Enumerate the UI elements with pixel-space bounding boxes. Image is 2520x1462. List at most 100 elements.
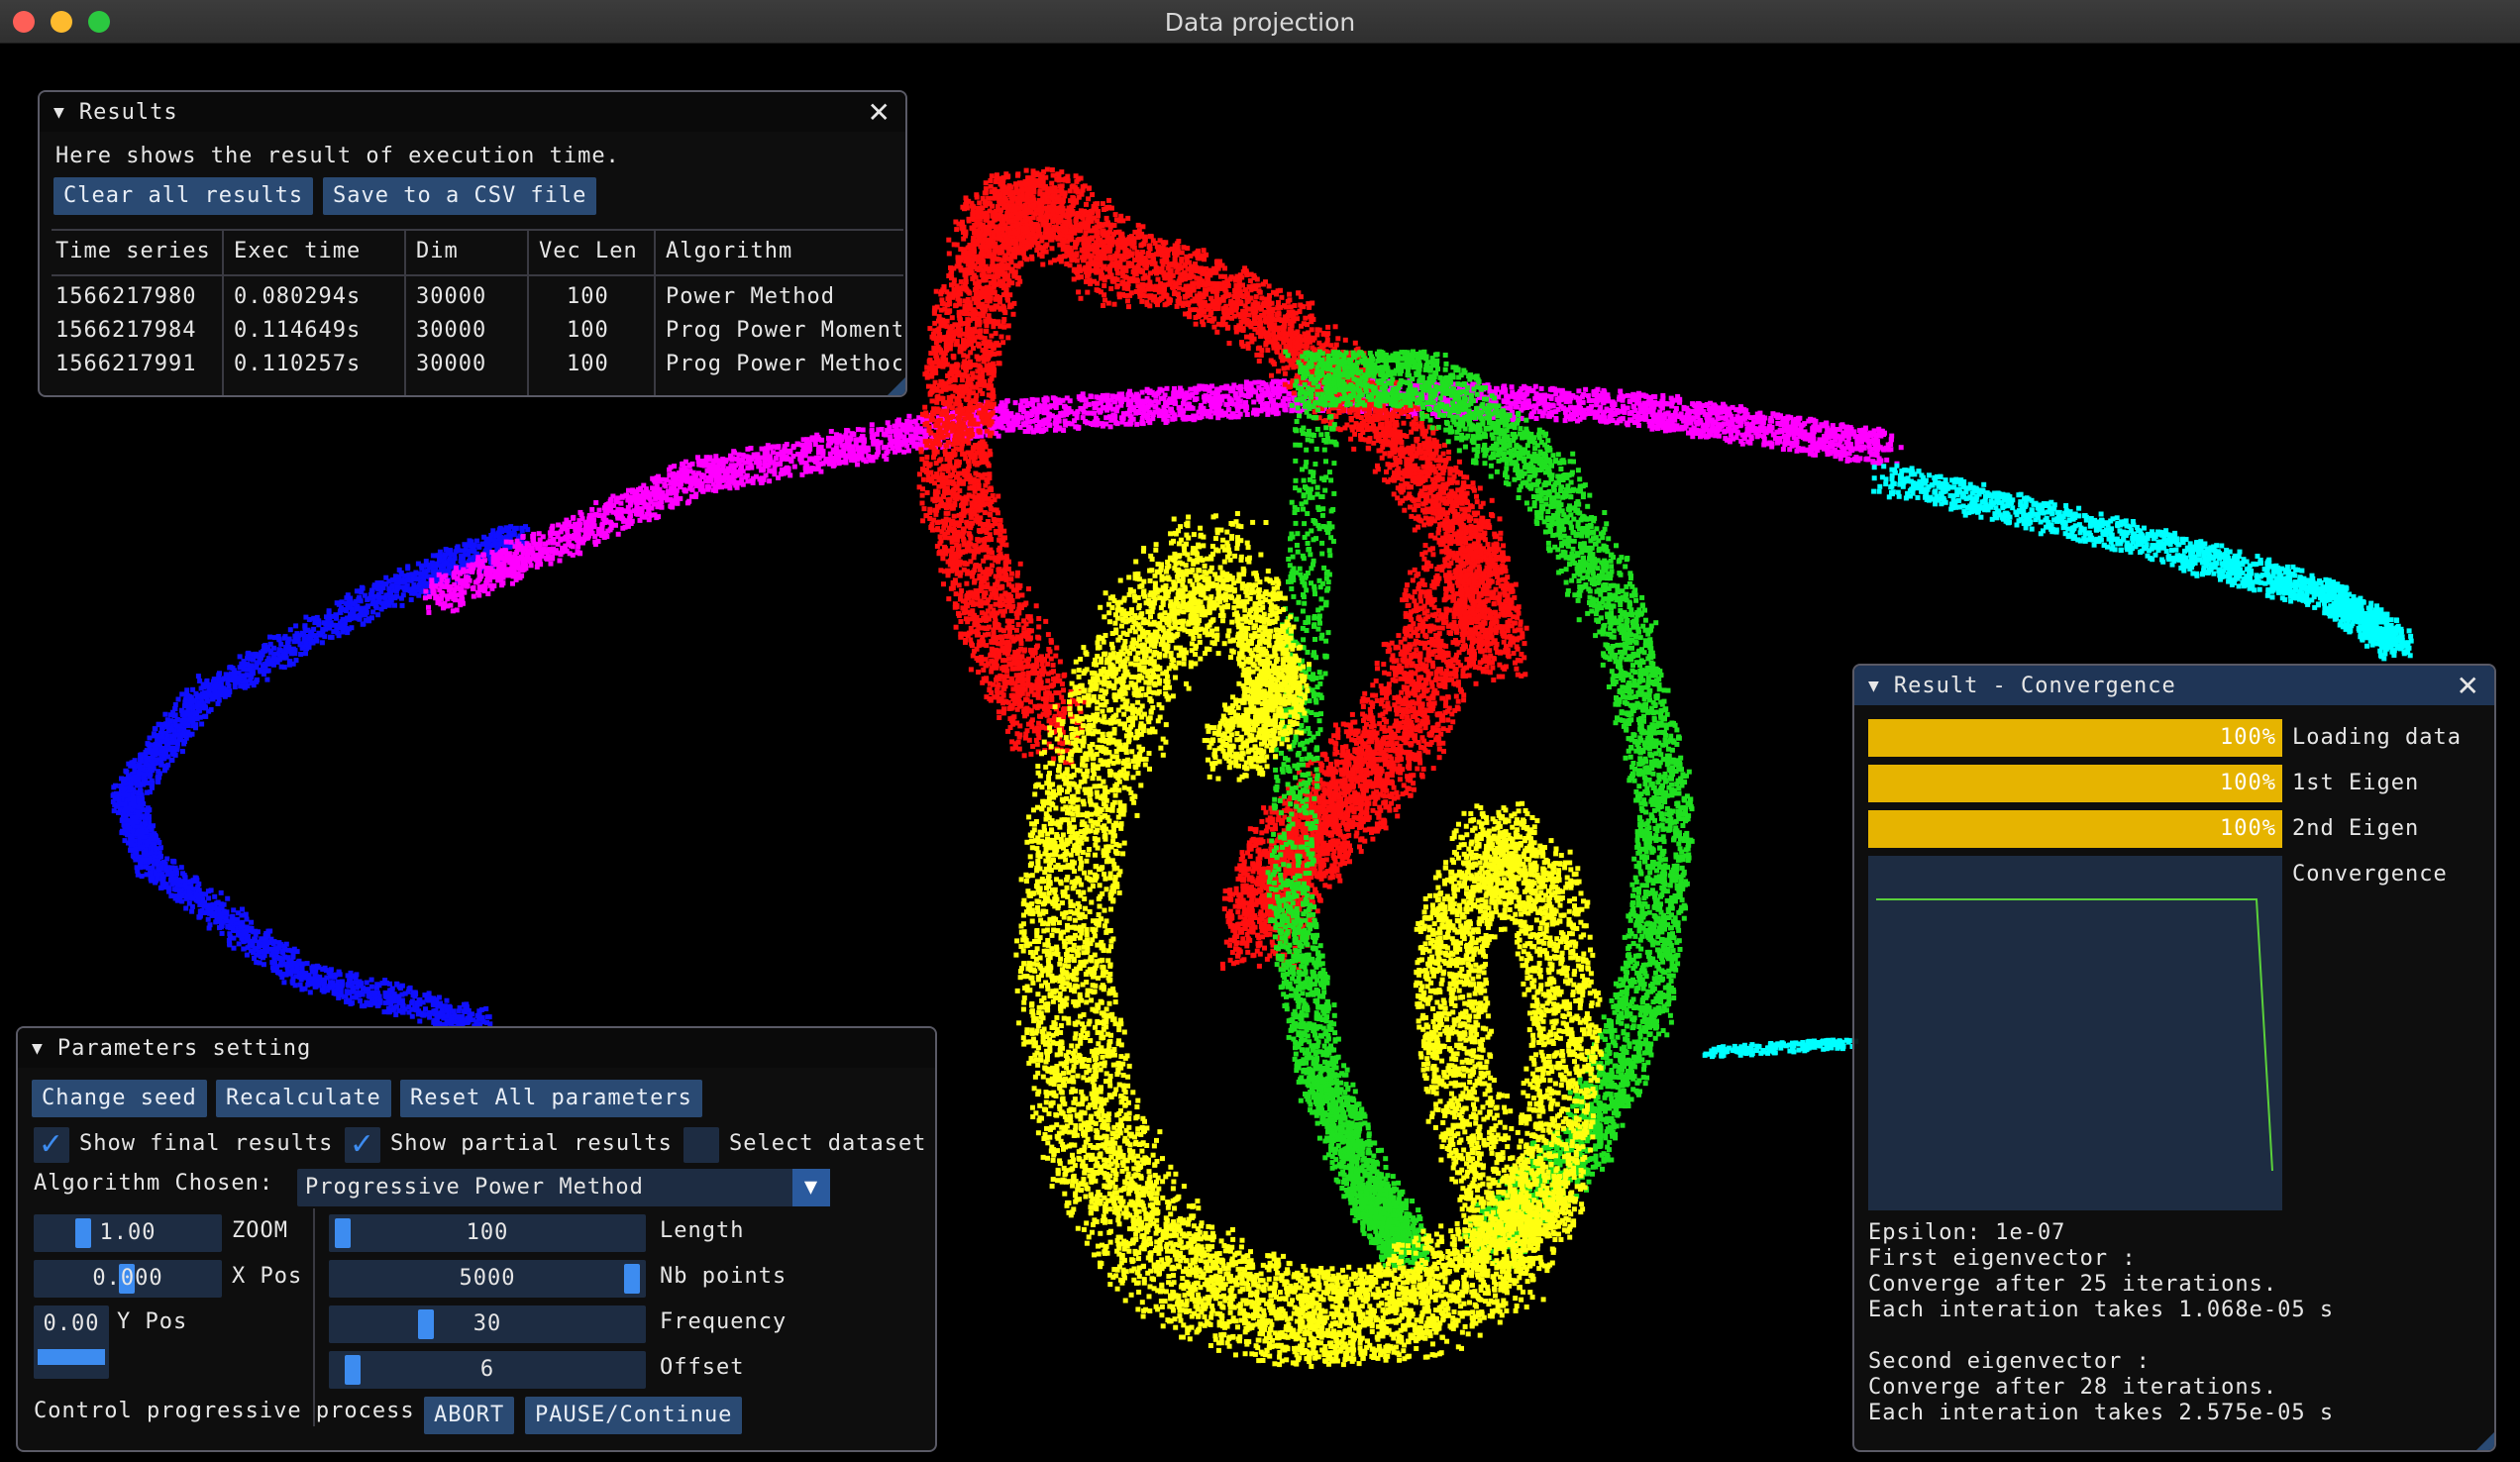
results-window: ▼ Results ✕ Here shows the result of exe… [38, 90, 907, 397]
convergence-window: ▼ Result - Convergence ✕ 100% Loading da… [1852, 664, 2496, 1452]
table-cell: Prog Power Methoc [666, 352, 901, 376]
resize-grip-icon[interactable] [2476, 1432, 2494, 1450]
convergence-title-bar[interactable]: ▼ Result - Convergence ✕ [1854, 666, 2494, 705]
table-cell: Prog Power Moment [666, 318, 901, 343]
abort-button[interactable]: ABORT [424, 1397, 515, 1434]
column-header-algorithm[interactable]: Algorithm [666, 239, 901, 263]
reset-all-parameters-button[interactable]: Reset All parameters [400, 1080, 702, 1117]
parameters-title: Parameters setting [57, 1036, 311, 1061]
xpos-value: 0.000 [34, 1260, 222, 1298]
first-eigen-label: 1st Eigen [2292, 771, 2419, 795]
collapse-triangle-icon[interactable]: ▼ [53, 102, 65, 123]
title-bar: Data projection [0, 0, 2520, 44]
table-cell: Power Method [666, 284, 901, 309]
second-eigen-progress: 100% [1868, 810, 2282, 848]
collapse-triangle-icon[interactable]: ▼ [1868, 676, 1880, 696]
recalculate-button[interactable]: Recalculate [216, 1080, 391, 1117]
change-seed-button[interactable]: Change seed [32, 1080, 207, 1117]
cyan-tail [1702, 1037, 1859, 1060]
offset-value: 6 [329, 1351, 646, 1389]
column-header-time-series[interactable]: Time series [55, 239, 211, 263]
nbpoints-value: 5000 [329, 1260, 646, 1298]
table-cell: 30000 [416, 318, 486, 343]
second-eigenvector-heading: Second eigenvector : [1868, 1349, 2151, 1374]
blue-band [110, 524, 533, 1035]
table-cell: 30000 [416, 352, 486, 376]
first-iteration-time-text: Each interation takes 1.068e-05 s [1868, 1298, 2334, 1322]
show-final-checkbox[interactable]: ✓ [34, 1127, 69, 1163]
chevron-down-icon[interactable]: ▼ [792, 1169, 830, 1206]
control-label: Control progressive process [34, 1399, 415, 1423]
algorithm-value: Progressive Power Method [305, 1169, 644, 1206]
show-final-label: Show final results [79, 1131, 333, 1156]
zoom-field[interactable]: 1.00 [34, 1214, 222, 1252]
collapse-triangle-icon[interactable]: ▼ [32, 1038, 44, 1059]
ypos-grab[interactable] [38, 1349, 105, 1365]
column-header-dim[interactable]: Dim [416, 239, 459, 263]
algorithm-label: Algorithm Chosen: [34, 1171, 273, 1196]
frequency-slider[interactable]: 30 [329, 1305, 646, 1343]
results-title-bar[interactable]: ▼ Results ✕ [40, 92, 905, 132]
frequency-value: 30 [329, 1305, 646, 1343]
loading-data-label: Loading data [2292, 725, 2462, 750]
clear-results-button[interactable]: Clear all results [53, 177, 314, 215]
column-header-vec-len[interactable]: Vec Len [539, 239, 638, 263]
table-cell: 1566217984 [55, 318, 196, 343]
parameters-title-bar[interactable]: ▼ Parameters setting [18, 1028, 935, 1068]
column-header-exec-time[interactable]: Exec time [234, 239, 361, 263]
yellow-band-right [1413, 800, 1605, 1287]
frequency-label: Frequency [660, 1309, 787, 1334]
zoom-label: ZOOM [232, 1218, 288, 1243]
convergence-line [1876, 898, 2273, 1172]
length-slider[interactable]: 100 [329, 1214, 646, 1252]
close-icon[interactable]: ✕ [868, 96, 892, 129]
offset-label: Offset [660, 1355, 744, 1380]
length-value: 100 [329, 1214, 646, 1252]
xpos-label: X Pos [232, 1264, 302, 1289]
progress-text: 100% [2220, 719, 2276, 757]
table-cell: 0.080294s [234, 284, 361, 309]
show-partial-label: Show partial results [390, 1131, 673, 1156]
results-title: Results [79, 100, 178, 125]
table-cell: 30000 [416, 284, 486, 309]
table-cell: 0.110257s [234, 352, 361, 376]
ypos-label: Y Pos [117, 1309, 187, 1334]
select-dataset-checkbox[interactable] [683, 1127, 719, 1163]
second-converge-text: Converge after 28 iterations. [1868, 1375, 2277, 1400]
save-csv-button[interactable]: Save to a CSV file [323, 177, 597, 215]
convergence-plot-svg [1876, 898, 2273, 1172]
select-dataset-label: Select dataset [729, 1131, 926, 1156]
table-cell: 100 [567, 352, 609, 376]
resize-grip-icon[interactable] [888, 377, 905, 395]
first-eigen-progress: 100% [1868, 765, 2282, 802]
table-cell: 1566217980 [55, 284, 196, 309]
checkmark-icon: ✓ [350, 1127, 375, 1162]
table-cell: 0.114649s [234, 318, 361, 343]
ypos-field[interactable]: 0.00 [34, 1305, 109, 1379]
xpos-field[interactable]: 0.000 [34, 1260, 222, 1298]
progress-text: 100% [2220, 810, 2276, 848]
show-partial-checkbox[interactable]: ✓ [345, 1127, 380, 1163]
table-cell: 100 [567, 284, 609, 309]
ypos-value: 0.00 [34, 1311, 109, 1336]
window-title: Data projection [0, 8, 2520, 37]
convergence-plot-label: Convergence [2292, 862, 2448, 887]
table-cell: 1566217991 [55, 352, 196, 376]
column-divider [313, 1208, 315, 1426]
first-eigenvector-heading: First eigenvector : [1868, 1246, 2137, 1271]
first-converge-text: Converge after 25 iterations. [1868, 1272, 2277, 1297]
checkmark-icon: ✓ [39, 1127, 64, 1162]
algorithm-dropdown[interactable]: Progressive Power Method ▼ [297, 1169, 830, 1206]
nbpoints-slider[interactable]: 5000 [329, 1260, 646, 1298]
length-label: Length [660, 1218, 744, 1243]
nbpoints-label: Nb points [660, 1264, 787, 1289]
cyan-band [1871, 463, 2414, 662]
parameters-window: ▼ Parameters setting Change seed Recalcu… [16, 1026, 937, 1452]
loading-data-progress: 100% [1868, 719, 2282, 757]
second-eigen-label: 2nd Eigen [2292, 816, 2419, 841]
pause-continue-button[interactable]: PAUSE/Continue [525, 1397, 743, 1434]
close-icon[interactable]: ✕ [2457, 670, 2480, 702]
convergence-plot [1868, 856, 2282, 1210]
zoom-value: 1.00 [34, 1214, 222, 1252]
offset-slider[interactable]: 6 [329, 1351, 646, 1389]
